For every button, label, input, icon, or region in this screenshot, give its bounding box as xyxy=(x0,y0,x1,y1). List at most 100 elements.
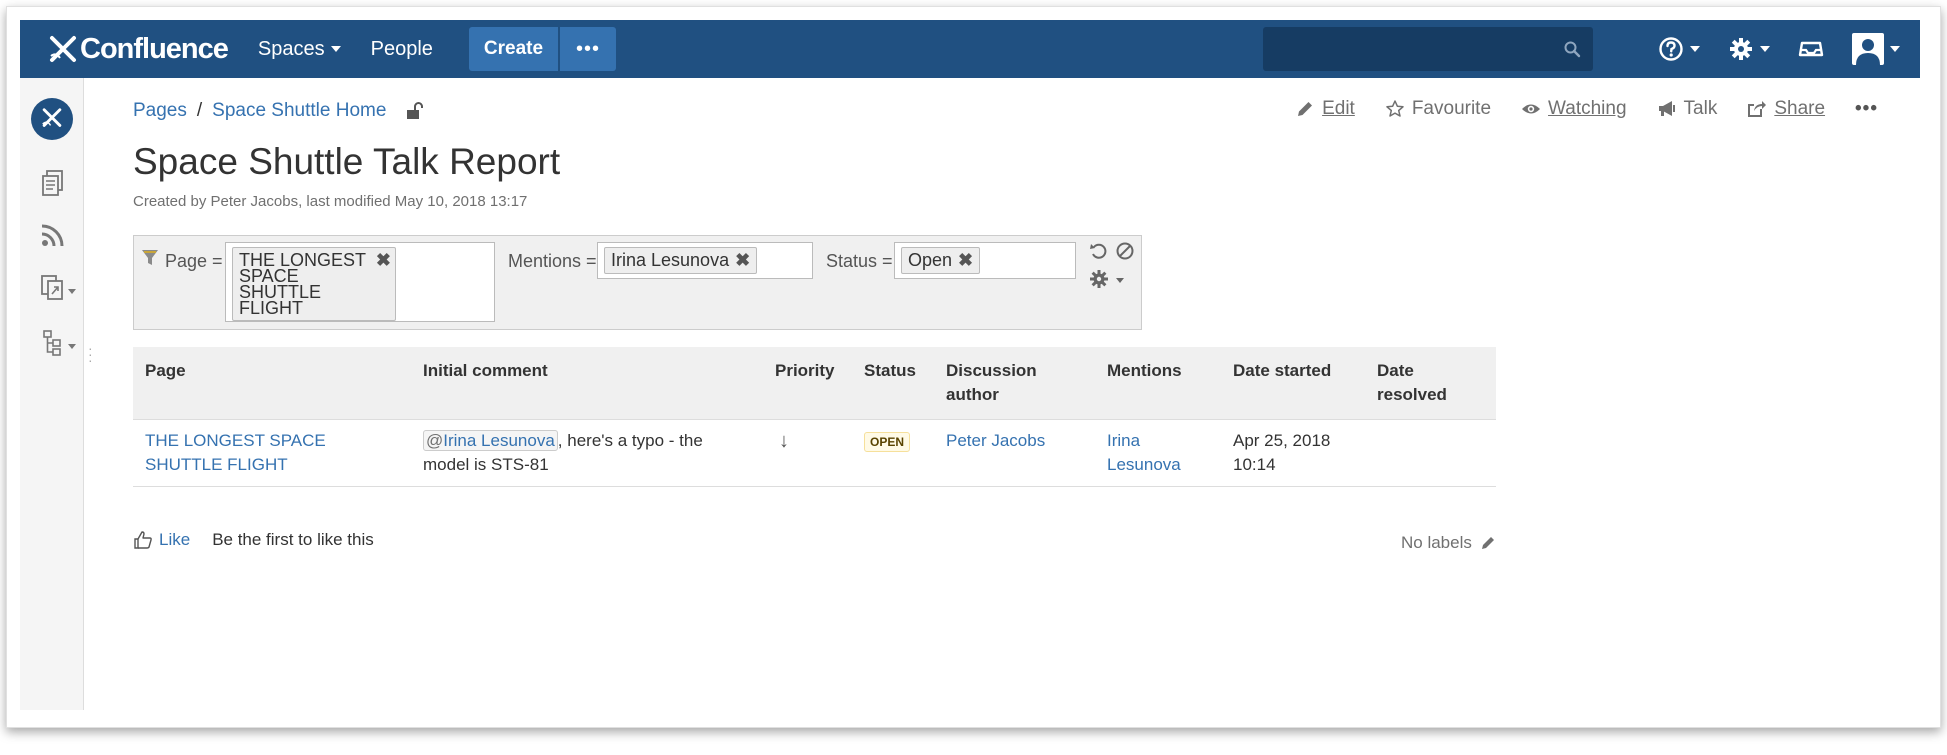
watching-button[interactable]: Watching xyxy=(1521,98,1627,120)
column-header-discussion-author[interactable]: Discussion author xyxy=(934,347,1095,420)
favourite-button[interactable]: Favourite xyxy=(1385,98,1491,120)
column-header-date-resolved[interactable]: Date resolved xyxy=(1365,347,1496,420)
clear-filter-icon[interactable] xyxy=(1115,241,1135,261)
page-actions: Edit Favourite Watching Talk Share ••• xyxy=(1295,98,1878,120)
talk-button[interactable]: Talk xyxy=(1657,98,1717,120)
share-button[interactable]: Share xyxy=(1747,98,1825,120)
mention-user-link[interactable]: Irina Lesunova xyxy=(1107,429,1209,477)
remove-icon[interactable]: ✖ xyxy=(958,250,973,270)
status-filter-tag-label: Open xyxy=(908,250,953,270)
status-badge: OPEN xyxy=(864,432,911,452)
column-header-label: Page xyxy=(145,361,186,380)
page-tree-icon[interactable] xyxy=(38,328,68,358)
chevron-down-icon xyxy=(1890,46,1900,52)
chevron-down-icon xyxy=(1690,46,1700,52)
status-filter-tag: Open ✖ xyxy=(901,247,981,274)
sidebar-resize-handle[interactable]: · · · xyxy=(88,341,93,367)
status-filter-field[interactable]: Open ✖ xyxy=(894,242,1076,279)
notifications-button[interactable] xyxy=(1798,36,1824,62)
column-header-label: author xyxy=(946,385,999,404)
nav-people[interactable]: People xyxy=(371,38,433,61)
page-filter-tag: THE LONGEST SPACE SHUTTLE FLIGHT ✖ xyxy=(232,247,396,321)
column-header-label: Mentions xyxy=(1107,361,1182,380)
pencil-icon[interactable] xyxy=(1480,535,1496,551)
talk-report-filter: Page = THE LONGEST SPACE SHUTTLE FLIGHT … xyxy=(133,235,1142,330)
column-header-label: Initial comment xyxy=(423,361,548,380)
mention-user-line: Lesunova xyxy=(1107,455,1181,474)
gear-icon[interactable] xyxy=(1089,269,1109,289)
shuttle-space-icon xyxy=(42,108,62,127)
column-header-date-started[interactable]: Date started xyxy=(1221,347,1365,420)
nav-spaces[interactable]: Spaces xyxy=(258,38,341,61)
nav-spaces-label: Spaces xyxy=(257,37,325,60)
page-link[interactable]: THE LONGEST SPACE SHUTTLE FLIGHT xyxy=(145,429,399,477)
cell-date-resolved xyxy=(1365,419,1496,487)
more-actions-button[interactable]: ••• xyxy=(1855,98,1878,120)
thumbs-up-icon[interactable] xyxy=(133,530,153,550)
mentions-filter-label: Mentions = xyxy=(508,251,597,271)
talk-report-table: Page Initial comment Priority Status Dis… xyxy=(133,347,1496,487)
create-more-button[interactable]: ••• xyxy=(560,27,617,71)
cell-priority: ↓ xyxy=(763,419,852,487)
more-actions-label: ••• xyxy=(1855,98,1878,119)
chevron-down-icon xyxy=(1760,46,1770,52)
create-button[interactable]: Create xyxy=(468,27,559,71)
pages-icon[interactable] xyxy=(38,168,68,198)
user-menu[interactable] xyxy=(1852,33,1900,65)
mention-at-sign: @ xyxy=(426,431,444,450)
search-input[interactable] xyxy=(1263,27,1593,71)
pencil-icon xyxy=(1298,102,1313,116)
column-header-label: Date xyxy=(1377,361,1414,380)
mention-name: Irina Lesunova xyxy=(443,431,555,450)
column-header-status[interactable]: Status xyxy=(852,347,934,420)
column-header-page[interactable]: Page xyxy=(133,347,411,420)
mentions-filter-tag: Irina Lesunova ✖ xyxy=(604,247,758,274)
table-row: THE LONGEST SPACE SHUTTLE FLIGHT @Irina L… xyxy=(133,419,1496,487)
cell-status: OPEN xyxy=(852,419,934,487)
chevron-down-icon[interactable] xyxy=(68,289,76,294)
mentions-filter-field[interactable]: Irina Lesunova ✖ xyxy=(597,242,813,279)
author-link[interactable]: Peter Jacobs xyxy=(946,431,1045,450)
header-icons xyxy=(1658,20,1900,78)
like-summary: Be the first to like this xyxy=(212,530,374,549)
comment-line: @Irina Lesunova, here's a typo - the xyxy=(423,429,751,453)
column-header-mentions[interactable]: Mentions xyxy=(1095,347,1221,420)
space-shortcuts-icon[interactable] xyxy=(38,272,68,302)
space-logo[interactable] xyxy=(31,98,73,140)
column-header-label: Date started xyxy=(1233,361,1332,380)
settings-menu[interactable] xyxy=(1728,36,1770,62)
breadcrumb-space-home[interactable]: Space Shuttle Home xyxy=(212,100,386,122)
confluence-logo[interactable]: Confluence xyxy=(48,33,229,66)
gear-icon xyxy=(1730,38,1752,60)
remove-icon[interactable]: ✖ xyxy=(376,251,391,269)
page-link-line: SHUTTLE FLIGHT xyxy=(145,455,288,474)
megaphone-icon xyxy=(1658,101,1675,116)
chevron-down-icon[interactable] xyxy=(1116,278,1124,283)
page-filter-field[interactable]: THE LONGEST SPACE SHUTTLE FLIGHT ✖ xyxy=(225,242,495,322)
chevron-down-icon[interactable] xyxy=(68,344,76,349)
edit-button[interactable]: Edit xyxy=(1295,98,1355,120)
comment-line: model is STS-81 xyxy=(423,455,549,474)
cell-mentions: Irina Lesunova xyxy=(1095,419,1221,487)
eye-icon xyxy=(1522,104,1541,114)
column-header-priority[interactable]: Priority xyxy=(763,347,852,420)
user-mention[interactable]: @Irina Lesunova xyxy=(423,430,558,451)
watching-label: Watching xyxy=(1548,98,1627,119)
blog-feed-icon[interactable] xyxy=(38,220,68,250)
unlock-icon[interactable] xyxy=(404,101,424,121)
avatar xyxy=(1852,33,1884,65)
breadcrumb-pages[interactable]: Pages xyxy=(133,100,187,122)
top-navigation-bar: Confluence Spaces People Create ••• xyxy=(20,20,1920,78)
like-button[interactable]: Like xyxy=(159,530,190,550)
create-group: Create ••• xyxy=(468,27,617,71)
cell-initial-comment: @Irina Lesunova, here's a typo - the mod… xyxy=(411,419,763,487)
remove-icon[interactable]: ✖ xyxy=(735,250,750,270)
like-section: Like Be the first to like this xyxy=(133,530,374,550)
column-header-initial-comment[interactable]: Initial comment xyxy=(411,347,763,420)
reset-icon[interactable] xyxy=(1089,241,1109,261)
column-header-label: Discussion xyxy=(946,361,1037,380)
column-header-label: resolved xyxy=(1377,385,1447,404)
cell-page: THE LONGEST SPACE SHUTTLE FLIGHT xyxy=(133,419,411,487)
help-menu[interactable] xyxy=(1658,36,1700,62)
date-started-line: Apr 25, 2018 xyxy=(1233,431,1331,450)
